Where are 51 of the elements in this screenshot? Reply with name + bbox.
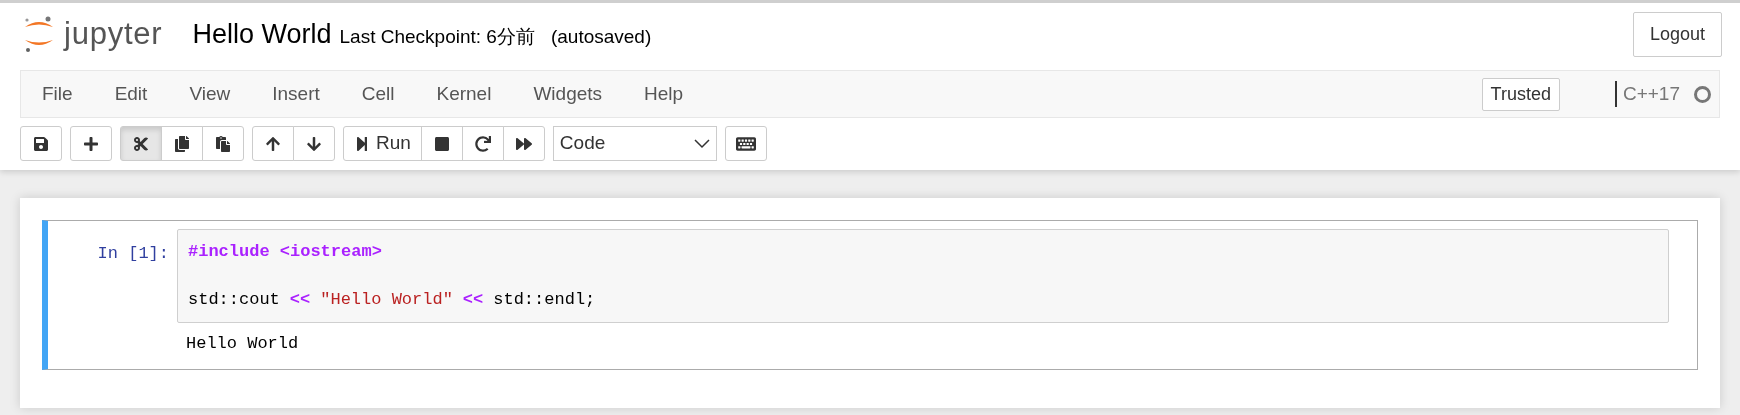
run-all-button[interactable] — [502, 126, 545, 161]
restart-icon — [474, 135, 491, 152]
input-prompt: In [1]: — [96, 243, 170, 265]
code-editor[interactable]: #include <iostream> std::cout << "Hello World" << std::endl; — [177, 229, 1669, 323]
logout-button[interactable]: Logout — [1632, 11, 1722, 57]
save-button[interactable] — [20, 126, 62, 161]
code-token: "Hello World" — [320, 289, 453, 311]
code-token: std::endl; — [493, 289, 596, 311]
chevron-down-icon — [693, 138, 710, 149]
cut-button[interactable] — [120, 126, 162, 161]
stop-button[interactable] — [420, 126, 463, 161]
keyboard-shortcuts-button[interactable] — [724, 126, 767, 161]
paste-icon — [215, 135, 231, 152]
cell-type-dropdown[interactable]: Code — [552, 126, 717, 161]
stop-icon — [433, 135, 450, 152]
move-down-button[interactable] — [293, 126, 335, 161]
jupyter-logo[interactable]: jupyter — [22, 10, 163, 58]
menu-item[interactable]: Edit — [93, 79, 169, 109]
plus-icon — [83, 135, 99, 152]
insert-cell-button[interactable] — [70, 126, 112, 161]
code-cell[interactable]: In [1]: #include <iostream> std::cout << "Hello World" << std::endl; Hello World — [42, 220, 1698, 370]
code-token: std::cout — [188, 289, 280, 311]
kernel-name: C++17 — [1622, 81, 1680, 106]
arrow-down-icon — [306, 135, 322, 152]
menu-item[interactable]: File — [21, 79, 94, 109]
logo-text: jupyter — [64, 14, 163, 53]
menu-item[interactable]: Widgets — [512, 79, 624, 109]
menu-item[interactable]: Cell — [340, 79, 416, 109]
menu-item[interactable]: View — [168, 79, 252, 109]
save-icon — [33, 135, 49, 152]
run-button[interactable]: Run — [343, 126, 422, 161]
copy-button[interactable] — [161, 126, 203, 161]
move-up-button[interactable] — [252, 126, 294, 161]
trusted-indicator[interactable]: Trusted — [1481, 77, 1560, 111]
autosave-status: (autosaved) — [550, 24, 652, 49]
restart-button[interactable] — [461, 126, 504, 161]
scissors-icon — [133, 135, 149, 152]
code-token: #include <iostream> — [188, 241, 382, 263]
arrow-up-icon — [265, 135, 281, 152]
notebook-title[interactable]: Hello World — [192, 13, 332, 55]
menu-item[interactable]: Insert — [251, 79, 341, 109]
code-token: << — [462, 289, 484, 311]
step-forward-icon — [354, 135, 370, 152]
paste-button[interactable] — [202, 126, 244, 161]
menu-item[interactable]: Kernel — [415, 79, 513, 109]
code-token: << — [289, 289, 311, 311]
checkpoint-status: Last Checkpoint: 6分前 — [339, 24, 535, 49]
menu-item[interactable]: Help — [623, 79, 705, 109]
copy-icon — [174, 135, 190, 152]
cell-output: Hello World — [185, 333, 299, 355]
fast-forward-icon — [515, 135, 532, 152]
